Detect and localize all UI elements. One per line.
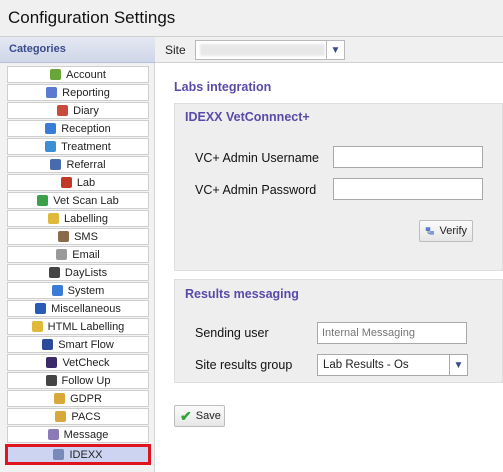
sidebar-item-label: Labelling (63, 212, 109, 225)
sidebar-item-label: Account (66, 68, 106, 81)
site-results-group-select[interactable]: Lab Results - Os ▼ (317, 354, 468, 376)
sidebar-item-message[interactable]: Message (7, 426, 149, 443)
sidebar-item-label: Smart Flow (58, 338, 114, 351)
sidebar-item-label: HTML Labelling (47, 320, 125, 333)
category-list: Account Reporting Diary Reception Treatment R… (5, 66, 151, 466)
sidebar-item-label: PACS (71, 410, 101, 423)
sidebar-item-smart-flow[interactable]: Smart Flow (7, 336, 149, 353)
account-icon (50, 69, 62, 80)
labs-integration-heading: Labs integration (174, 80, 272, 94)
vet-scan-lab-icon (37, 195, 49, 206)
sidebar-item-html-labelling[interactable]: HTML Labelling (7, 318, 149, 335)
username-input[interactable] (333, 146, 483, 168)
sidebar-item-label: Message (63, 428, 109, 441)
sidebar-item-label: Treatment (61, 140, 111, 153)
treatment-icon (45, 141, 57, 152)
sidebar-item-label: Referral (66, 158, 106, 171)
sidebar-item-labelling[interactable]: Labelling (7, 210, 149, 227)
sidebar-item-account[interactable]: Account (7, 66, 149, 83)
sidebar-item-email[interactable]: Email (7, 246, 149, 263)
title-bar: Configuration Settings (0, 0, 503, 37)
sidebar-item-sms[interactable]: SMS (7, 228, 149, 245)
sidebar-item-label: Follow Up (61, 374, 111, 387)
sidebar-item-idexx[interactable]: IDEXX (5, 444, 151, 465)
vetconnect-panel: IDEXX VetConnnect+ VC+ Admin Username VC… (174, 103, 503, 271)
results-messaging-heading: Results messaging (185, 287, 299, 301)
sidebar-item-label: DayLists (64, 266, 108, 279)
idexx-icon (53, 449, 65, 460)
verify-label: Verify (439, 225, 467, 237)
sidebar-item-vetcheck[interactable]: VetCheck (7, 354, 149, 371)
sidebar-item-lab[interactable]: Lab (7, 174, 149, 191)
password-label: VC+ Admin Password (195, 183, 317, 197)
verify-button[interactable]: Verify (419, 220, 473, 242)
sidebar-item-label: Diary (73, 104, 99, 117)
pacs-icon (55, 411, 67, 422)
vetconnect-heading: IDEXX VetConnnect+ (185, 110, 310, 124)
password-input[interactable] (333, 178, 483, 200)
save-button[interactable]: ✔ Save (174, 405, 225, 427)
sidebar-item-label: Reporting (62, 86, 110, 99)
sidebar-item-follow-up[interactable]: Follow Up (7, 372, 149, 389)
reporting-icon (46, 87, 58, 98)
site-label: Site (165, 43, 186, 57)
sidebar-item-reception[interactable]: Reception (7, 120, 149, 137)
message-icon (47, 429, 59, 440)
reception-icon (45, 123, 57, 134)
sidebar-item-pacs[interactable]: PACS (7, 408, 149, 425)
smart-flow-icon (42, 339, 54, 350)
sidebar-item-treatment[interactable]: Treatment (7, 138, 149, 155)
sending-user-input[interactable] (317, 322, 467, 344)
sidebar-item-referral[interactable]: Referral (7, 156, 149, 173)
sidebar-item-vet-scan-lab[interactable]: Vet Scan Lab (7, 192, 149, 209)
sms-icon (58, 231, 70, 242)
referral-icon (50, 159, 62, 170)
site-select[interactable]: ▼ (195, 40, 345, 60)
window-title: Configuration Settings (8, 8, 176, 27)
chevron-down-icon[interactable]: ▼ (449, 355, 467, 375)
html-labelling-icon (31, 321, 43, 332)
site-bar: Site ▼ (155, 37, 503, 63)
categories-header-label: Categories (9, 43, 66, 55)
sidebar-item-daylists[interactable]: DayLists (7, 264, 149, 281)
vetcheck-icon (46, 357, 58, 368)
sending-user-label: Sending user (195, 326, 269, 340)
checkmark-icon: ✔ (180, 407, 192, 424)
sidebar-item-label: Vet Scan Lab (53, 194, 119, 207)
categories-sidebar: Categories Account Reporting Diary Receptio… (0, 37, 155, 472)
labelling-icon (47, 213, 59, 224)
sidebar-item-label: SMS (74, 230, 98, 243)
results-messaging-panel: Results messaging Sending user Site resu… (174, 279, 503, 383)
follow-up-icon (45, 375, 57, 386)
sidebar-item-gdpr[interactable]: GDPR (7, 390, 149, 407)
gdpr-icon (54, 393, 66, 404)
diary-icon (57, 105, 69, 116)
miscellaneous-icon (35, 303, 47, 314)
site-select-value (200, 44, 325, 56)
categories-header: Categories (0, 37, 155, 63)
system-icon (51, 285, 63, 296)
sidebar-item-label: Email (72, 248, 100, 261)
sidebar-item-label: IDEXX (69, 448, 103, 461)
sidebar-item-label: Miscellaneous (51, 302, 121, 315)
daylists-icon (48, 267, 60, 278)
site-results-group-label: Site results group (195, 358, 293, 372)
sidebar-item-reporting[interactable]: Reporting (7, 84, 149, 101)
email-icon (56, 249, 68, 260)
username-label: VC+ Admin Username (195, 151, 320, 165)
sidebar-item-label: Lab (76, 176, 96, 189)
sidebar-item-diary[interactable]: Diary (7, 102, 149, 119)
site-results-group-value: Lab Results - Os (323, 359, 409, 371)
sidebar-item-system[interactable]: System (7, 282, 149, 299)
sidebar-item-label: System (67, 284, 105, 297)
verify-icon (425, 227, 434, 235)
sidebar-item-miscellaneous[interactable]: Miscellaneous (7, 300, 149, 317)
save-label: Save (195, 410, 221, 422)
sidebar-item-label: Reception (61, 122, 111, 135)
sidebar-item-label: GDPR (70, 392, 102, 405)
chevron-down-icon[interactable]: ▼ (326, 41, 344, 59)
main-panel: Site ▼ Labs integration IDEXX VetConnnec… (155, 37, 503, 472)
sidebar-item-label: VetCheck (62, 356, 110, 369)
lab-icon (60, 177, 72, 188)
